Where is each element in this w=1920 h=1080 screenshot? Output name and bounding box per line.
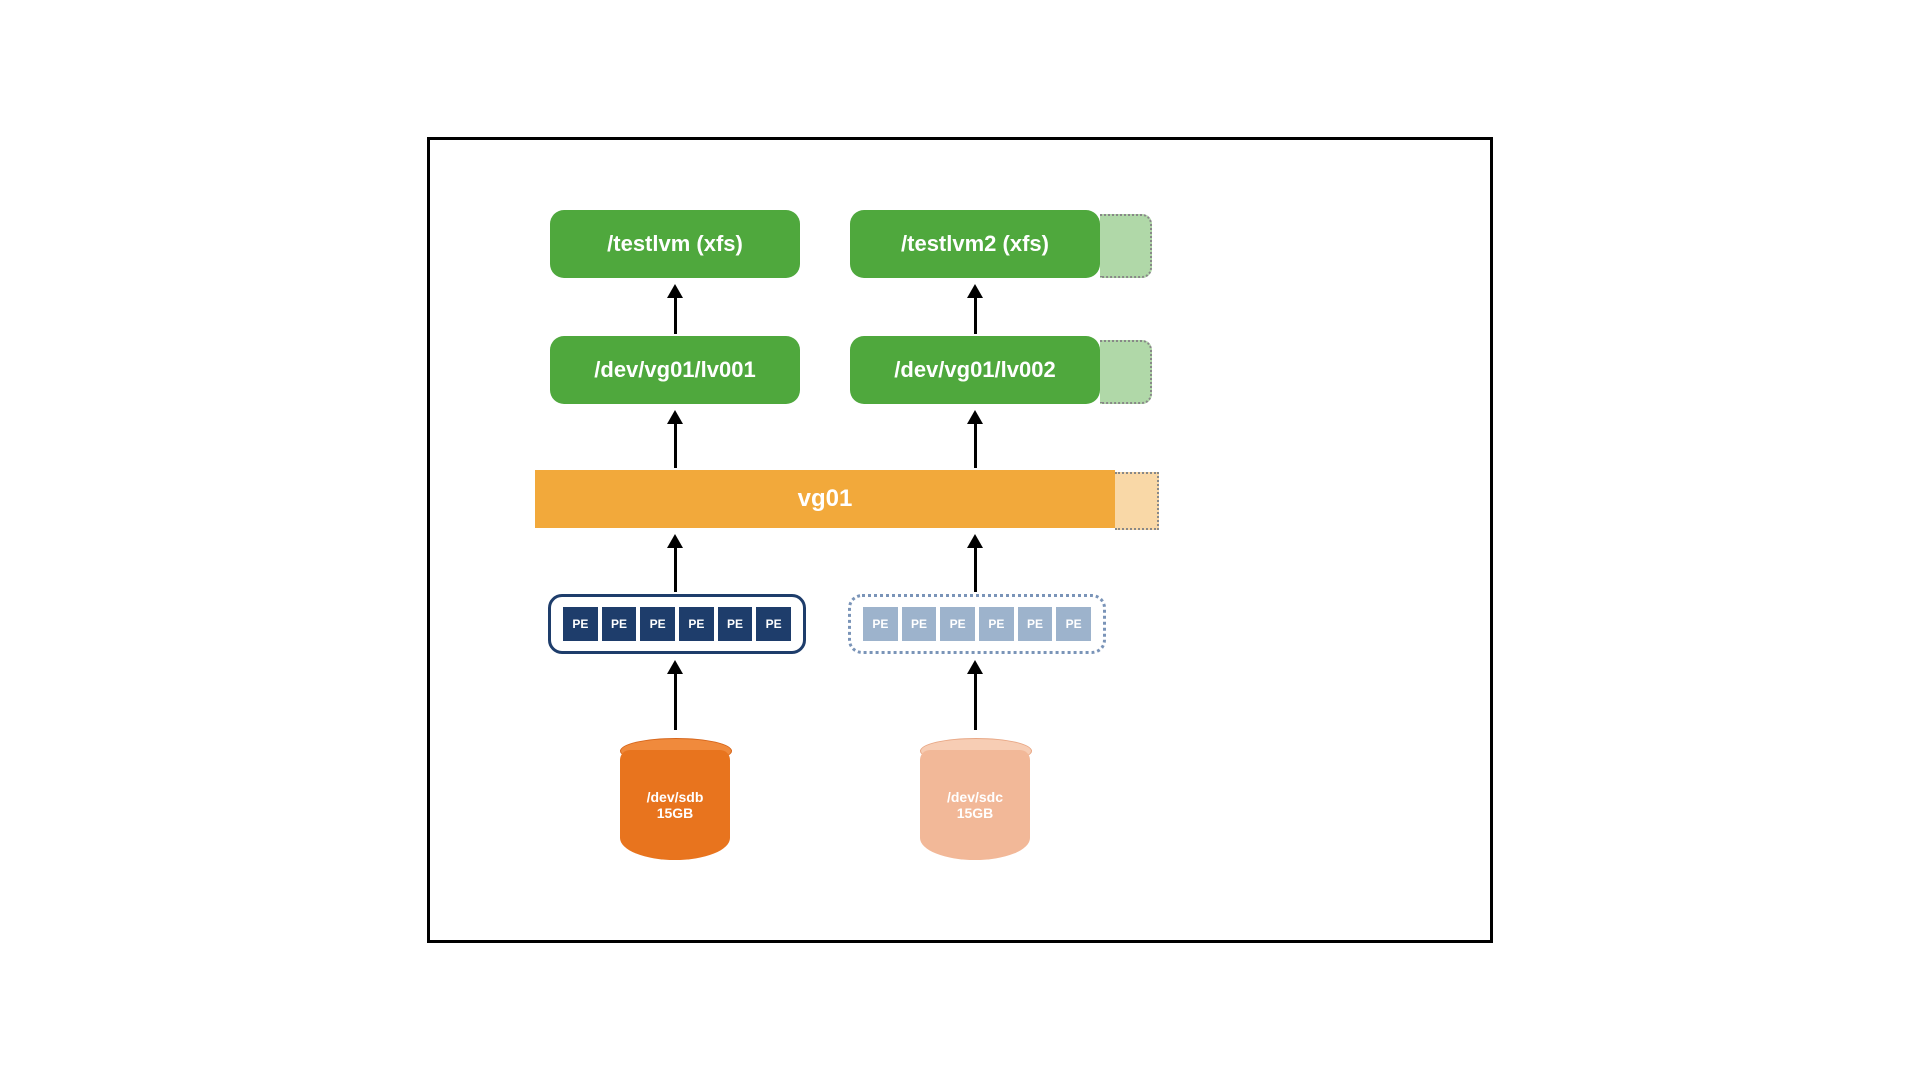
filesystem-right: /testlvm2 (xfs) (850, 210, 1100, 278)
pe-block-ghost: PE (940, 607, 975, 641)
pe-block-ghost: PE (1018, 607, 1053, 641)
disk-right: /dev/sdc 15GB (920, 750, 1030, 860)
volume-group: vg01 (535, 470, 1115, 528)
disk-right-size: 15GB (957, 805, 994, 821)
pe-block: PE (718, 607, 753, 641)
lvm-diagram-frame: /testlvm (xfs) /testlvm2 (xfs) /dev/vg01… (427, 137, 1493, 943)
pe-block: PE (756, 607, 791, 641)
filesystem-right-extension (1100, 214, 1152, 278)
pe-block: PE (640, 607, 675, 641)
pe-block: PE (679, 607, 714, 641)
pe-block-ghost: PE (979, 607, 1014, 641)
filesystem-left: /testlvm (xfs) (550, 210, 800, 278)
volume-group-extension (1115, 472, 1159, 530)
pe-group-right: PE PE PE PE PE PE (848, 594, 1106, 654)
logical-volume-right-extension (1100, 340, 1152, 404)
pe-group-left: PE PE PE PE PE PE (548, 594, 806, 654)
logical-volume-right: /dev/vg01/lv002 (850, 336, 1100, 404)
pe-block-ghost: PE (902, 607, 937, 641)
disk-left: /dev/sdb 15GB (620, 750, 730, 860)
disk-left-name: /dev/sdb (647, 789, 704, 805)
pe-block: PE (602, 607, 637, 641)
pe-block-ghost: PE (863, 607, 898, 641)
logical-volume-left: /dev/vg01/lv001 (550, 336, 800, 404)
pe-block-ghost: PE (1056, 607, 1091, 641)
disk-left-size: 15GB (657, 805, 694, 821)
pe-block: PE (563, 607, 598, 641)
disk-right-name: /dev/sdc (947, 789, 1003, 805)
